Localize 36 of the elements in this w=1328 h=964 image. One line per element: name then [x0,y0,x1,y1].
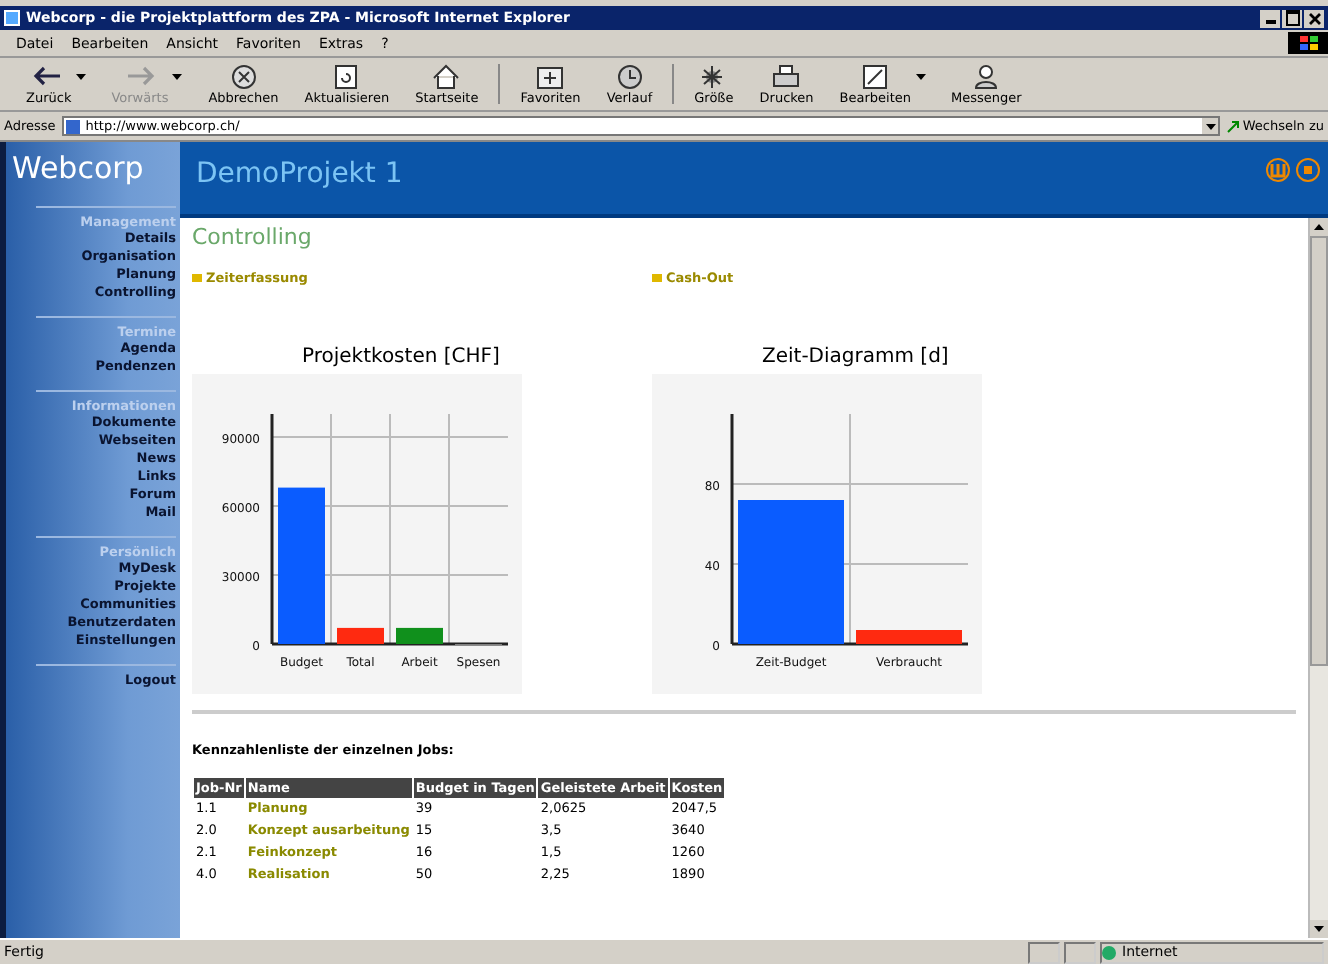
close-button[interactable] [1304,9,1324,27]
right-arrow-icon [123,63,156,89]
minimize-button[interactable] [1260,9,1280,27]
bar [738,500,844,644]
browser-icon [4,10,20,26]
globe-icon [1102,945,1116,959]
project-title: DemoProjekt 1 [196,158,405,190]
chart-title: Zeit-Diagramm [d] [762,346,949,368]
plus-icon [534,63,567,89]
stop-icon [227,63,260,89]
caret-icon [1314,926,1324,932]
windows-logo-icon [1288,32,1328,54]
caret-icon [1314,224,1324,230]
pencil-icon [859,63,892,89]
scroll-down-button[interactable] [1310,920,1328,938]
refresh-icon [330,63,363,89]
house-icon [430,63,463,89]
page-title: Controlling [192,224,314,250]
person-icon [970,63,1003,89]
caret-icon [1205,123,1216,129]
clock-icon [613,63,646,89]
scrollbar[interactable] [1308,218,1328,938]
caret-icon[interactable] [915,73,926,79]
home-icon[interactable] [1296,158,1320,182]
bar [856,630,962,644]
scroll-thumb[interactable] [1310,236,1328,666]
scroll-up-button[interactable] [1310,218,1328,236]
dropdown-button[interactable] [1202,118,1219,134]
arrow-icon [1226,119,1241,133]
chart-title: Projektkosten [CHF] [302,346,500,368]
maximize-button[interactable] [1282,9,1302,27]
caret-icon[interactable] [75,73,86,79]
left-arrow-icon [32,63,65,89]
logo: Webcorp [10,150,144,186]
page-icon [65,119,80,133]
printer-icon [770,63,803,89]
